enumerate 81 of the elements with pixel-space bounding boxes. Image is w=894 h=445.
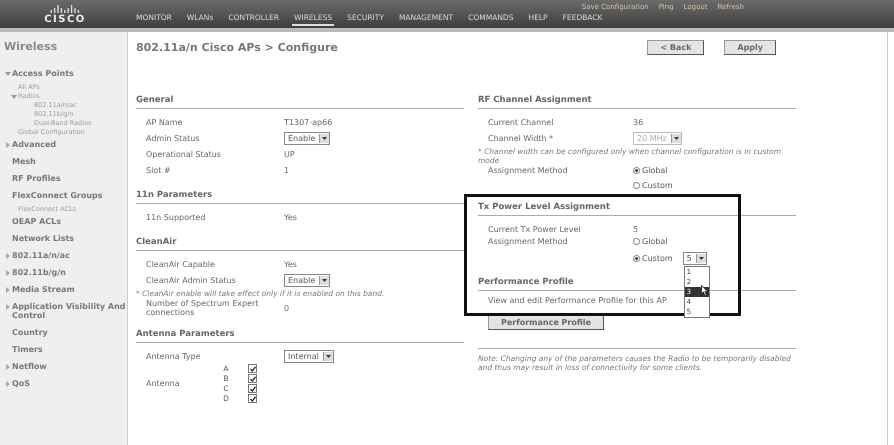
sidebar-item[interactable]: QoS [12,379,30,388]
field-value: 1 [284,166,290,174]
radio-button[interactable] [633,167,640,174]
checkbox[interactable] [248,364,257,373]
field-label: Admin Status [146,134,201,142]
sidebar-item[interactable]: Media Stream [12,285,75,294]
field-value: UP [284,150,296,158]
field-label: Current Tx Power Level [488,224,582,234]
action-button[interactable]: Apply [724,40,776,55]
caret-right-icon[interactable] [5,270,11,276]
field-value: Yes [284,212,298,222]
sidebar-item[interactable]: Netflow [12,362,47,371]
sidebar-item[interactable]: Mesh [12,157,36,166]
field-label: Current Channel [488,118,554,126]
dropdown-arrow-icon [322,136,328,140]
field-value: T1307-ap66 [284,118,334,126]
dropdown[interactable]: Enable [284,132,330,144]
caret-right-icon[interactable] [5,381,11,387]
checkbox[interactable] [248,384,257,393]
radio-button[interactable] [633,255,640,262]
checkbox[interactable] [248,374,257,383]
section-heading: Tx Power Level Assignment [478,202,796,216]
radio-button[interactable] [633,238,640,245]
field-label: Antenna [146,379,181,388]
field-label: 11n Supported [146,212,206,222]
field-label: CleanAir Capable [146,260,216,268]
sidebar-item[interactable]: FlexConnect Groups [12,191,103,200]
field-value: 5 [633,224,640,234]
field-label: Channel Width * [488,134,554,142]
sidebar-item[interactable]: 802.11b/g/n [12,268,66,277]
logo-text: CISCO [44,14,86,24]
sidebar-item[interactable]: Advanced [12,140,56,149]
sidebar-item[interactable]: Country [12,328,48,337]
description-text: View and edit Performance Profile for this AP [488,296,667,305]
dropdown-arrow-icon [322,278,328,282]
page-title: 802.11a/n Cisco APs > Configure [136,41,338,54]
caret-down-icon[interactable] [11,94,17,100]
field-label: Assignment Method [488,166,569,175]
performance-profile-button[interactable]: Performance Profile [488,315,604,330]
section-heading: General [136,95,464,109]
caret-right-icon[interactable] [5,287,11,293]
caret-right-icon[interactable] [5,304,11,310]
field-value: Yes [284,260,298,268]
radio-label: Custom [642,254,673,263]
dropdown-arrow-icon [698,257,704,260]
field-value: 0 [284,304,290,312]
dropdown[interactable]: Enable [284,274,330,286]
radio-label: Custom [642,181,673,190]
dropdown-arrow-icon [674,136,679,140]
caret-down-icon[interactable] [5,71,11,77]
dropdown-arrow-icon [326,354,331,358]
field-label: AP Name [146,118,184,126]
field-label: Antenna Type [146,352,202,360]
caret-right-icon[interactable] [5,364,11,370]
checkbox[interactable] [248,394,257,403]
sidebar-item[interactable]: Application Visibility And Control [12,302,127,320]
sidebar-item[interactable]: Network Lists [12,234,74,243]
logo-bars-icon [50,4,80,12]
sidebar-title: Wireless [4,40,58,53]
field-value: 36 [633,118,644,126]
field-label: Operational Status [146,150,222,158]
field-label: CleanAir Admin Status [146,276,237,284]
section-heading: 11n Parameters [136,190,464,204]
field-label: Slot # [146,166,172,174]
action-button[interactable]: < Back [647,40,704,55]
section-heading: RF Channel Assignment [478,95,796,109]
radio-button[interactable] [633,182,640,189]
sidebar-item[interactable]: Timers [12,345,43,354]
section-heading: Antenna Parameters [136,329,464,343]
field-label: Assignment Method [488,237,569,246]
sidebar-item[interactable]: Access Points [12,69,74,78]
radio-label: Global [642,166,668,175]
radio-label: Global [642,237,668,246]
caret-right-icon[interactable] [5,142,11,148]
caret-right-icon[interactable] [5,253,11,259]
field-label: Number of Spectrum Expert connections [146,299,260,317]
sidebar-item[interactable]: OEAP ACLs [12,217,62,226]
dropdown[interactable]: Internal [284,350,334,362]
sidebar-item[interactable]: 802.11a/n/ac [12,251,70,260]
sidebar-item[interactable]: RF Profiles [12,174,61,183]
section-heading: CleanAir [136,237,464,251]
